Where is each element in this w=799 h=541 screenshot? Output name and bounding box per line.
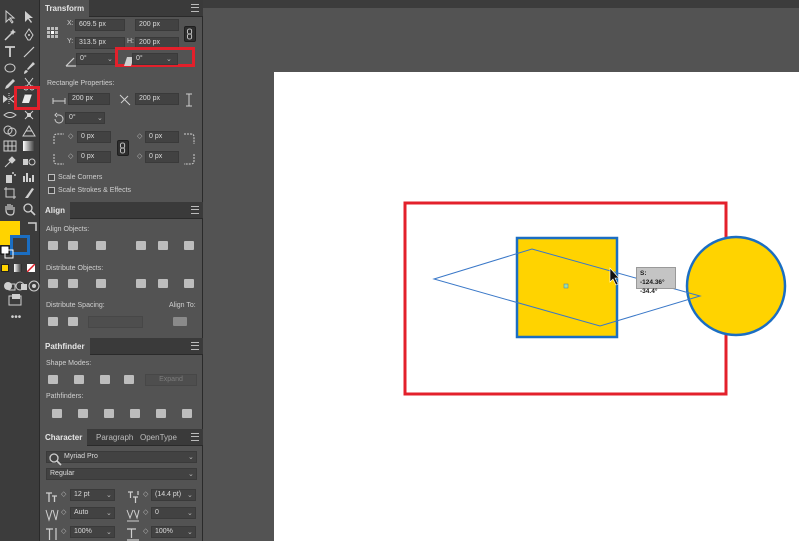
- circle-shape[interactable]: [685, 235, 787, 337]
- center-point: [563, 283, 569, 289]
- artwork-layer: [403, 201, 787, 396]
- illustrator-window: ••• Transform X: 609.5 px W: 200 px Y: 3…: [0, 0, 799, 541]
- shear-angle-tooltip: S: -124.36° -34.4°: [636, 267, 676, 295]
- tooltip-line-2: -34.4°: [640, 288, 658, 295]
- tooltip-line-1: S: -124.36°: [640, 270, 665, 286]
